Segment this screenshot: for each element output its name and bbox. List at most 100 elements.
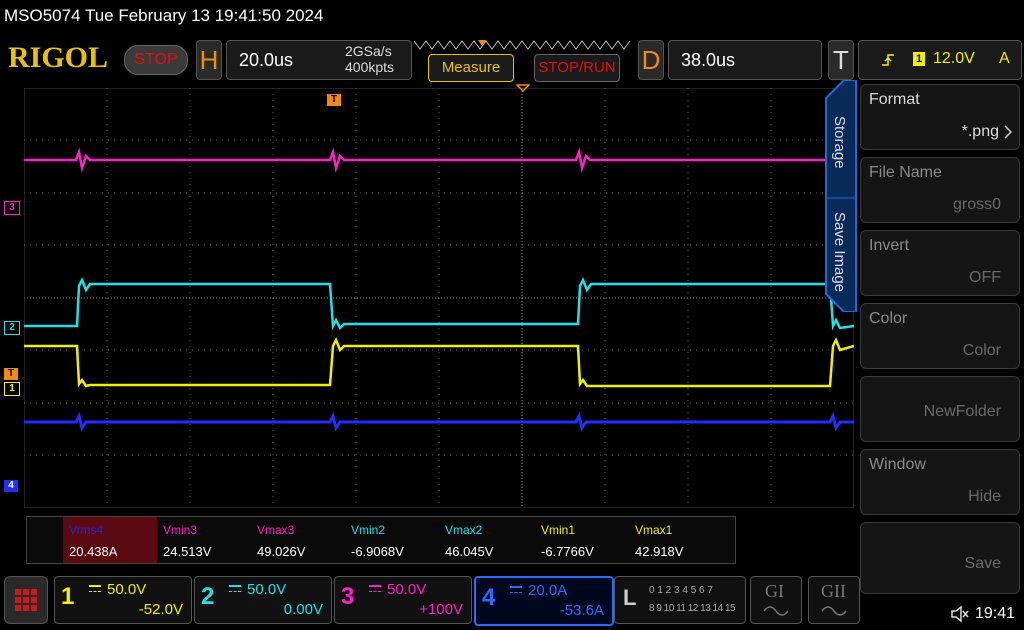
logic-letter: L [623, 585, 637, 610]
trigger-level: 12.0V [933, 50, 975, 67]
measurement-vmax1[interactable]: Vmax1 42.918V [629, 517, 723, 563]
stop-run-button[interactable]: STOP/RUN [534, 54, 620, 82]
trigger-button[interactable]: T [828, 40, 854, 80]
dc-coupling-icon [89, 585, 101, 592]
measurement-vmax2[interactable]: Vmax2 46.045V [439, 517, 533, 563]
run-state-button[interactable]: STOP [124, 45, 188, 75]
file-name-label: File Name [869, 164, 942, 181]
measurement-value: 46.045V [445, 544, 494, 559]
tab-save-image[interactable]: Save Image [831, 212, 848, 292]
channel-offset: +100V [419, 601, 463, 618]
trigger-position-marker[interactable]: T [327, 94, 341, 106]
trigger-level-marker[interactable]: T [4, 368, 18, 380]
measurement-value: -6.7766V [541, 544, 594, 559]
ch3-level-marker[interactable]: 3 [4, 201, 20, 215]
channel-4-panel[interactable]: 4 20.0A -53.6A [474, 576, 614, 626]
measurement-vmax3[interactable]: Vmax3 49.026V [251, 517, 345, 563]
dc-coupling-icon [510, 586, 522, 593]
measurement-value: -6.9068V [351, 544, 404, 559]
measurement-name: Vmax1 [635, 523, 673, 537]
channel-3-panel[interactable]: 3 50.0V +100V [334, 576, 472, 624]
timebase-value: 20.0us [239, 50, 294, 70]
sample-rate: 2GSa/s [345, 43, 392, 59]
new-folder-option[interactable]: NewFolder [860, 376, 1020, 442]
measurement-vmin2[interactable]: Vmin2 -6.9068V [345, 517, 439, 563]
trigger-mode: A [999, 50, 1010, 67]
tab-storage[interactable]: Storage [831, 116, 848, 169]
file-name-option[interactable]: File Name gross0 [860, 157, 1020, 223]
channel-2-panel[interactable]: 2 50.0V 0.00V [194, 576, 332, 624]
device-title: MSO5074 Tue February 13 19:41:50 2024 [4, 6, 324, 25]
color-label: Color [869, 310, 908, 327]
channel-scale: 50.0V [387, 581, 427, 598]
rising-edge-icon [882, 54, 894, 66]
window-option[interactable]: Window Hide [860, 449, 1020, 515]
window-value: Hide [968, 488, 1001, 505]
measurement-vrms4[interactable]: Vrms4 20.438A [63, 517, 157, 563]
invert-label: Invert [869, 237, 910, 254]
channel-1-panel[interactable]: 1 50.0V -52.0V [54, 576, 192, 624]
new-folder-label: NewFolder [923, 403, 1001, 420]
sine-wave-icon [821, 606, 847, 616]
invert-option[interactable]: Invert OFF [860, 230, 1020, 296]
waveform-display[interactable] [24, 88, 854, 508]
window-label: Window [869, 456, 926, 473]
channel-scale: 50.0V [107, 581, 147, 598]
measurement-name: Vrms4 [69, 523, 104, 537]
generator-1-label: GI [765, 581, 784, 601]
measurement-name: Vmin3 [163, 523, 198, 537]
measurement-name: Vmin1 [541, 523, 576, 537]
memory-depth: 400kpts [345, 59, 395, 75]
generator-2-label: GII [821, 581, 846, 601]
format-option[interactable]: Format *.png [860, 84, 1020, 150]
channel-offset: -53.6A [559, 602, 604, 619]
measurement-value: 24.513V [163, 544, 212, 559]
measurement-vmin3[interactable]: Vmin3 24.513V [157, 517, 251, 563]
channel-offset: 0.00V [283, 601, 323, 618]
logic-channels-high: 8 9 10 11 12 13 14 15 [649, 603, 736, 614]
measurement-value: 42.918V [635, 544, 684, 559]
chevron-right-icon [1004, 125, 1013, 139]
delay-value: 38.0us [681, 50, 736, 70]
format-label: Format [869, 91, 920, 108]
measure-button[interactable]: Measure [428, 54, 514, 82]
logic-channels-low: 0 1 2 3 4 5 6 7 [649, 585, 713, 596]
measurement-vmin1[interactable]: Vmin1 -6.7766V [535, 517, 629, 563]
generator-2-button[interactable]: GII [808, 576, 860, 624]
rigol-logo: RIGOL [8, 41, 109, 74]
color-value: Color [962, 342, 1001, 359]
trigger-source-badge: 1 [913, 52, 925, 66]
grid-menu-icon [15, 589, 37, 611]
color-option[interactable]: Color Color [860, 303, 1020, 369]
speaker-muted-icon[interactable] [950, 605, 970, 623]
logic-analyzer-panel[interactable]: L 0 1 2 3 4 5 6 7 8 9 10 11 12 13 14 15 [614, 576, 746, 624]
measurement-value: 20.438A [69, 544, 118, 559]
invert-value: OFF [969, 269, 1001, 286]
ch4-level-marker[interactable]: 4 [4, 480, 18, 492]
generator-1-button[interactable]: GI [750, 576, 802, 624]
save-label: Save [964, 555, 1001, 572]
delay-panel[interactable]: 38.0us [668, 40, 822, 80]
format-value: *.png [961, 123, 999, 140]
channel-number: 2 [201, 583, 215, 610]
measurement-value: 49.026V [257, 544, 306, 559]
delay-button[interactable]: D [638, 40, 664, 80]
save-option[interactable]: Save [860, 522, 1020, 594]
channel-number: 4 [482, 584, 496, 611]
measurement-name: Vmax3 [257, 523, 295, 537]
ch1-level-marker[interactable]: 1 [4, 382, 20, 396]
trigger-center-icon [516, 84, 530, 92]
measurement-name: Vmin2 [351, 523, 386, 537]
main-menu-button[interactable] [4, 576, 48, 624]
clock: 19:41 [975, 605, 1016, 622]
measurement-bar[interactable]: Vrms4 20.438A Vmin3 24.513V Vmax3 49.026… [26, 516, 736, 564]
horizontal-panel[interactable]: 20.0us 2GSa/s 400kpts [226, 40, 412, 80]
channel-offset: -52.0V [138, 601, 183, 618]
trigger-panel[interactable]: 1 12.0V A [858, 40, 1022, 80]
channel-number: 1 [61, 583, 75, 610]
ch2-level-marker[interactable]: 2 [4, 321, 20, 335]
trigger-position-ruler [412, 38, 634, 52]
title-bar: MSO5074 Tue February 13 19:41:50 2024 [0, 0, 1024, 32]
sine-wave-icon [763, 606, 789, 616]
horizontal-button[interactable]: H [196, 40, 222, 80]
